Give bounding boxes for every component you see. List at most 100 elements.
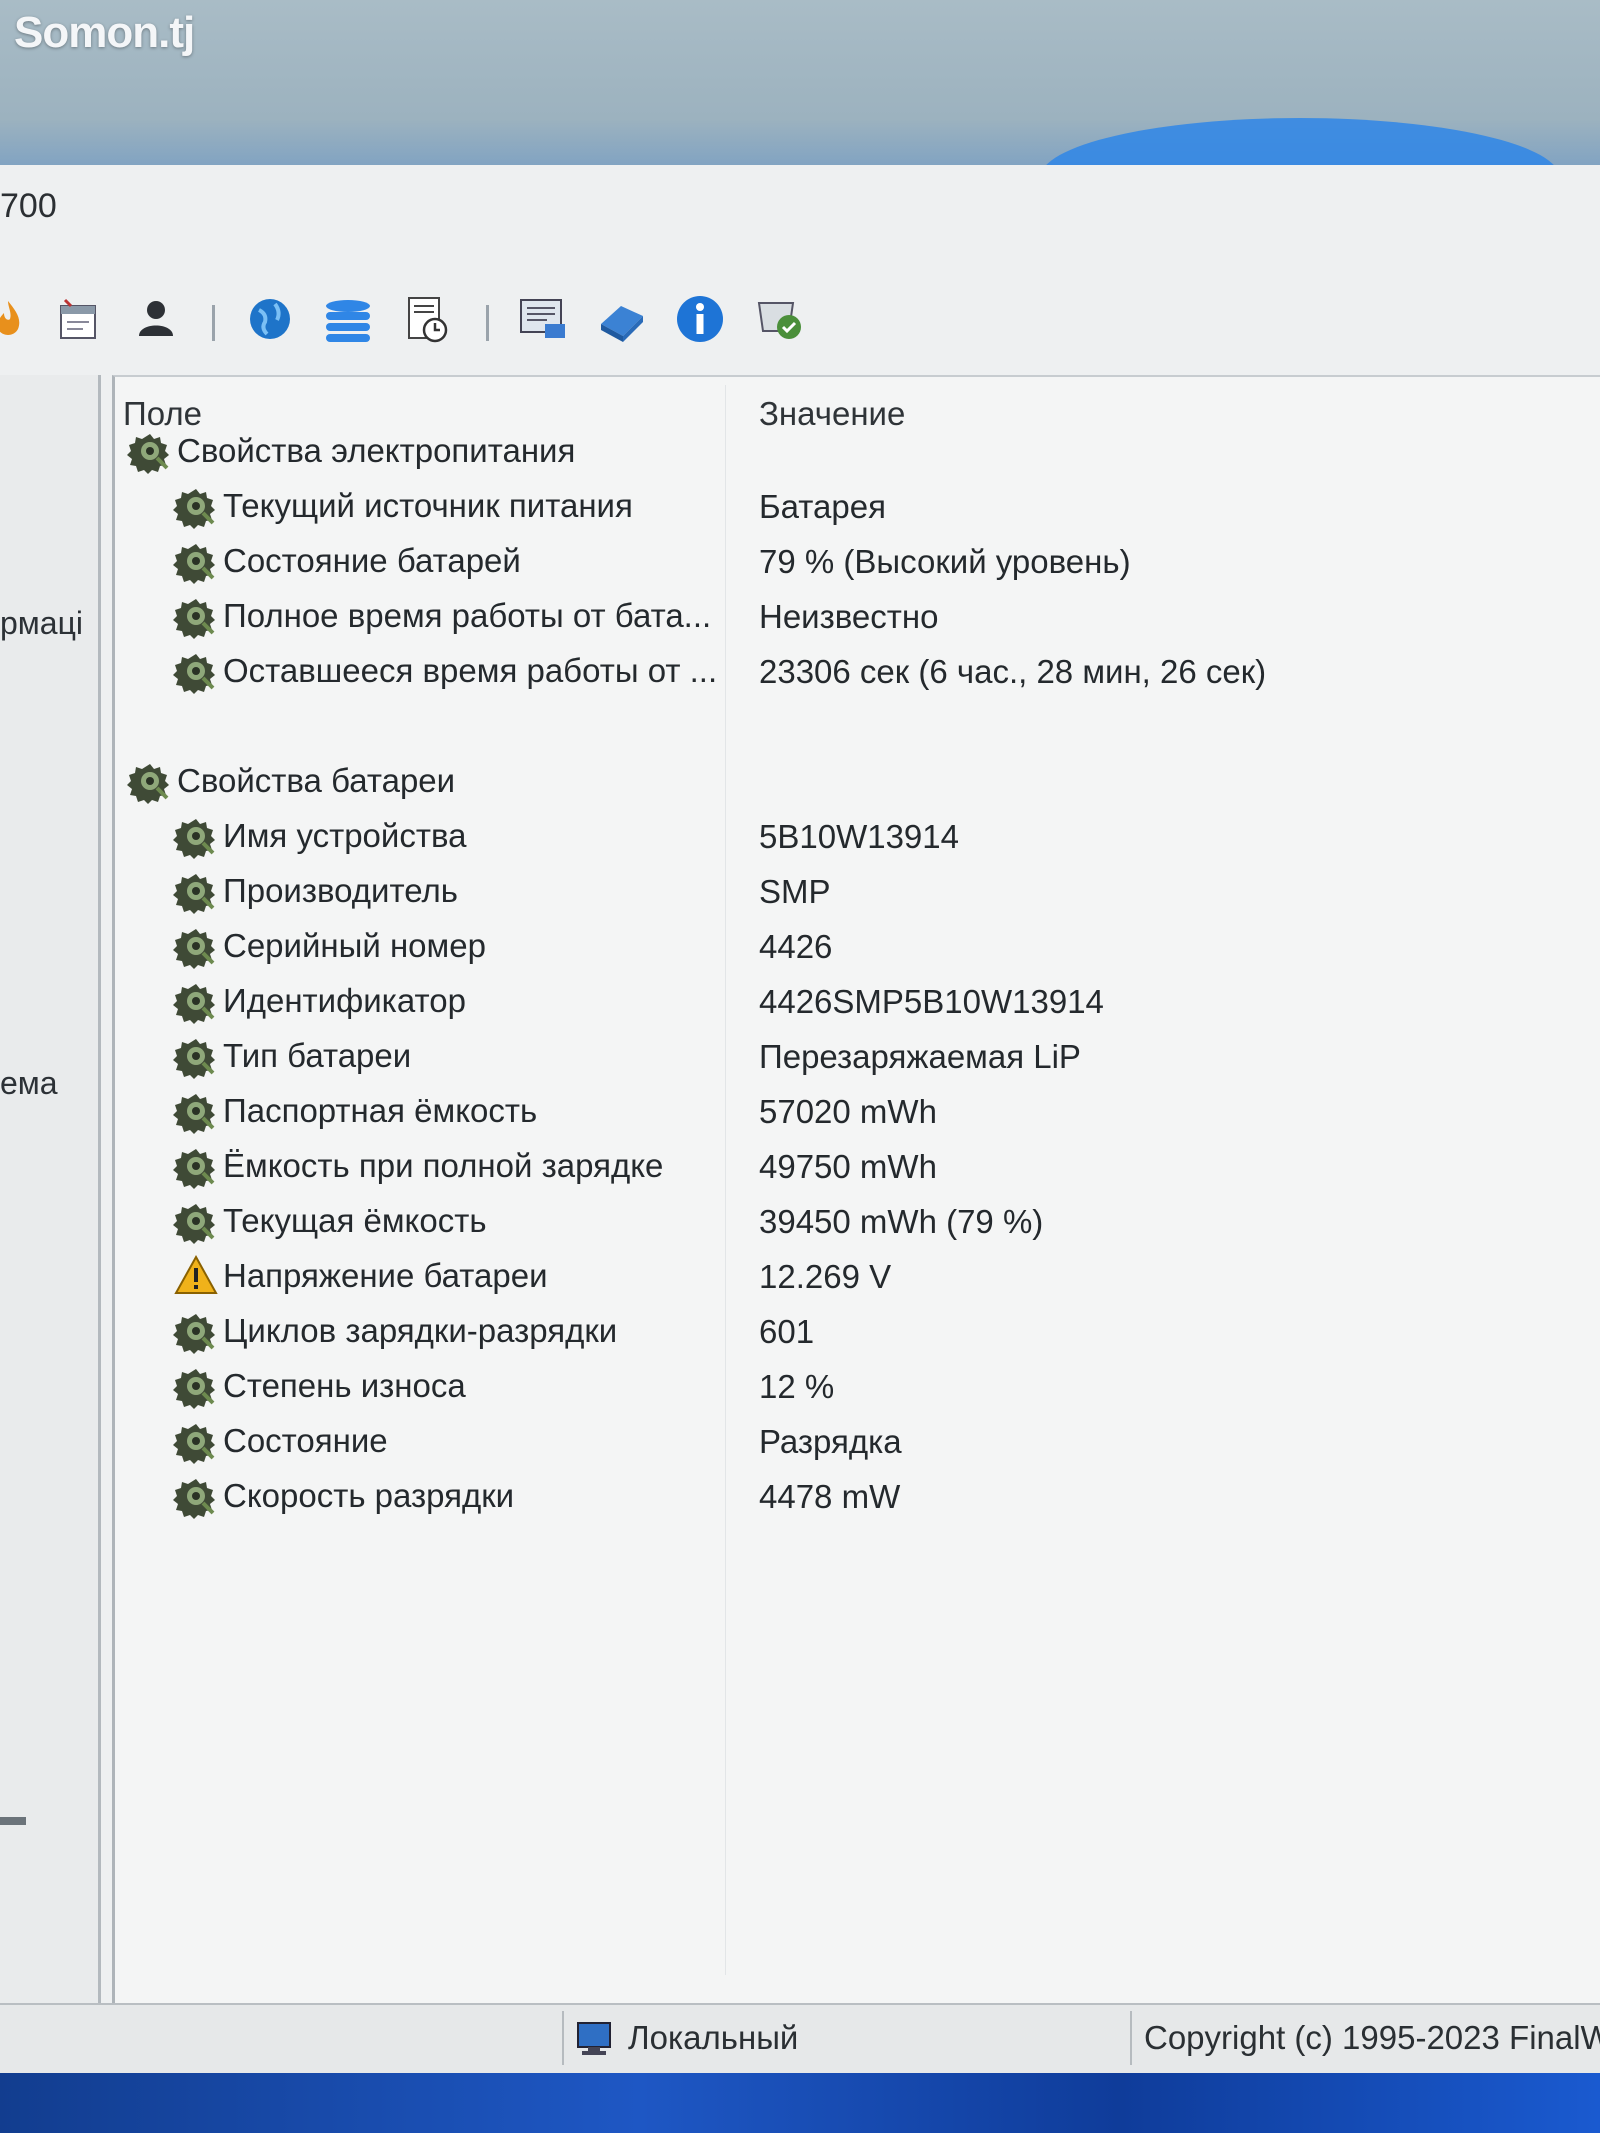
left-pane-item[interactable]: рмаці bbox=[0, 605, 83, 642]
field-label: Циклов зарядки-разрядки bbox=[223, 1312, 618, 1349]
field-value: 4478 mW bbox=[759, 1478, 901, 1515]
report-clock-icon[interactable] bbox=[398, 291, 454, 347]
list-row[interactable]: Имя устройства bbox=[173, 810, 466, 862]
left-navigation-pane[interactable]: рмаці ема bbox=[0, 375, 101, 2015]
field-label: Текущий источник питания bbox=[223, 487, 633, 524]
status-local: Локальный bbox=[628, 2019, 799, 2056]
gear-icon bbox=[173, 1143, 219, 1189]
list-row[interactable]: Состояние bbox=[173, 1415, 388, 1467]
computer-icon bbox=[574, 2021, 618, 2063]
field-label: Напряжение батареи bbox=[223, 1257, 548, 1294]
field-label: Состояние батарей bbox=[223, 542, 521, 579]
toolbar-separator bbox=[212, 305, 215, 341]
list-row[interactable]: Напряжение батареи bbox=[173, 1250, 548, 1302]
list-row[interactable]: Оставшееся время работы от ... bbox=[173, 645, 717, 697]
left-pane-scrollbar[interactable] bbox=[0, 1817, 26, 1825]
gear-icon bbox=[173, 483, 219, 529]
gear-icon bbox=[173, 593, 219, 639]
field-label: Оставшееся время работы от ... bbox=[223, 652, 718, 689]
field-label: Производитель bbox=[223, 872, 458, 909]
field-value: 601 bbox=[759, 1313, 815, 1350]
column-header-value[interactable]: Значение bbox=[759, 395, 905, 433]
field-value: 79 % (Высокий уровень) bbox=[759, 543, 1131, 580]
details-list: Поле Значение Свойства электропитания Тек… bbox=[112, 375, 1600, 2005]
fire-icon[interactable] bbox=[0, 291, 36, 347]
list-row[interactable]: Тип батареи bbox=[173, 1030, 411, 1082]
gear-icon bbox=[127, 428, 173, 474]
report-icon[interactable] bbox=[516, 291, 572, 347]
group-header[interactable]: Свойства электропитания bbox=[127, 425, 575, 477]
field-value: 49750 mWh bbox=[759, 1148, 937, 1185]
field-label: Паспортная ёмкость bbox=[223, 1092, 538, 1129]
list-row[interactable]: Паспортная ёмкость bbox=[173, 1085, 537, 1137]
info-icon[interactable] bbox=[672, 291, 728, 347]
left-pane-item[interactable]: ема bbox=[0, 1065, 58, 1102]
gear-icon bbox=[173, 648, 219, 694]
calendar-icon[interactable] bbox=[50, 291, 106, 347]
gear-icon bbox=[173, 538, 219, 584]
list-row[interactable]: Текущий источник питания bbox=[173, 480, 633, 532]
toolbar-separator bbox=[486, 305, 489, 341]
field-label: Степень износа bbox=[223, 1367, 466, 1404]
list-row[interactable]: Степень износа bbox=[173, 1360, 466, 1412]
gear-icon bbox=[127, 758, 173, 804]
field-value: SMP bbox=[759, 873, 831, 910]
gear-icon bbox=[173, 868, 219, 914]
gear-icon bbox=[173, 1308, 219, 1354]
list-row[interactable]: Серийный номер bbox=[173, 920, 486, 972]
field-value: Перезаряжаемая LiP bbox=[759, 1038, 1081, 1075]
list-row[interactable]: Ёмкость при полной зарядке bbox=[173, 1140, 663, 1192]
status-separator bbox=[562, 2011, 564, 2065]
list-row[interactable]: Циклов зарядки-разрядки bbox=[173, 1305, 617, 1357]
list-row[interactable]: Производитель bbox=[173, 865, 458, 917]
field-label: Состояние bbox=[223, 1422, 388, 1459]
list-row[interactable]: Состояние батарей bbox=[173, 535, 521, 587]
list-row[interactable]: Текущая ёмкость bbox=[173, 1195, 487, 1247]
column-divider bbox=[725, 385, 726, 1975]
user-icon[interactable] bbox=[128, 291, 184, 347]
field-label: Ёмкость при полной зарядке bbox=[223, 1147, 664, 1184]
field-value: 39450 mWh (79 %) bbox=[759, 1203, 1044, 1240]
gear-icon bbox=[173, 978, 219, 1024]
list-row[interactable]: Скорость разрядки bbox=[173, 1470, 514, 1522]
gear-icon bbox=[173, 1363, 219, 1409]
field-label: Полное время работы от бата... bbox=[223, 597, 712, 634]
desktop-wallpaper bbox=[0, 0, 1600, 238]
field-value: 57020 mWh bbox=[759, 1093, 937, 1130]
globe-icon[interactable] bbox=[242, 291, 298, 347]
field-value: 12 % bbox=[759, 1368, 835, 1405]
gear-icon bbox=[173, 1088, 219, 1134]
aida-window: 700 рмаці ема Поле Значение Свойства эле… bbox=[0, 165, 1600, 2075]
field-value: 4426SMP5B10W13914 bbox=[759, 983, 1104, 1020]
list-row[interactable]: Полное время работы от бата... bbox=[173, 590, 711, 642]
gear-icon bbox=[173, 1198, 219, 1244]
field-value: Неизвестно bbox=[759, 598, 939, 635]
list-row[interactable]: Идентификатор bbox=[173, 975, 466, 1027]
toolbar bbox=[0, 283, 1600, 363]
field-value: Батарея bbox=[759, 488, 886, 525]
field-label: Тип батареи bbox=[223, 1037, 412, 1074]
status-copyright: Copyright (c) 1995-2023 FinalW bbox=[1144, 2019, 1600, 2056]
taskbar bbox=[0, 2073, 1600, 2133]
field-value: Разрядка bbox=[759, 1423, 902, 1460]
field-label: Скорость разрядки bbox=[223, 1477, 515, 1514]
database-icon[interactable] bbox=[320, 291, 376, 347]
network-icon[interactable] bbox=[594, 291, 650, 347]
field-value: 12.269 V bbox=[759, 1258, 892, 1295]
gear-icon bbox=[173, 1033, 219, 1079]
status-bar: Локальный Copyright (c) 1995-2023 FinalW bbox=[0, 2003, 1600, 2075]
benchmark-icon[interactable] bbox=[752, 291, 808, 347]
group-title: Свойства электропитания bbox=[177, 432, 576, 469]
field-value: 5B10W13914 bbox=[759, 818, 959, 855]
watermark: Somon.tj bbox=[14, 8, 195, 57]
gear-icon bbox=[173, 813, 219, 859]
field-label: Текущая ёмкость bbox=[223, 1202, 487, 1239]
status-separator bbox=[1130, 2011, 1132, 2065]
field-value: 4426 bbox=[759, 928, 833, 965]
group-title: Свойства батареи bbox=[177, 762, 456, 799]
group-header[interactable]: Свойства батареи bbox=[127, 755, 455, 807]
field-label: Серийный номер bbox=[223, 927, 486, 964]
field-value: 23306 сек (6 час., 28 мин, 26 сек) bbox=[759, 653, 1267, 690]
window-title-fragment: 700 bbox=[0, 187, 57, 225]
warning-icon bbox=[173, 1253, 219, 1299]
